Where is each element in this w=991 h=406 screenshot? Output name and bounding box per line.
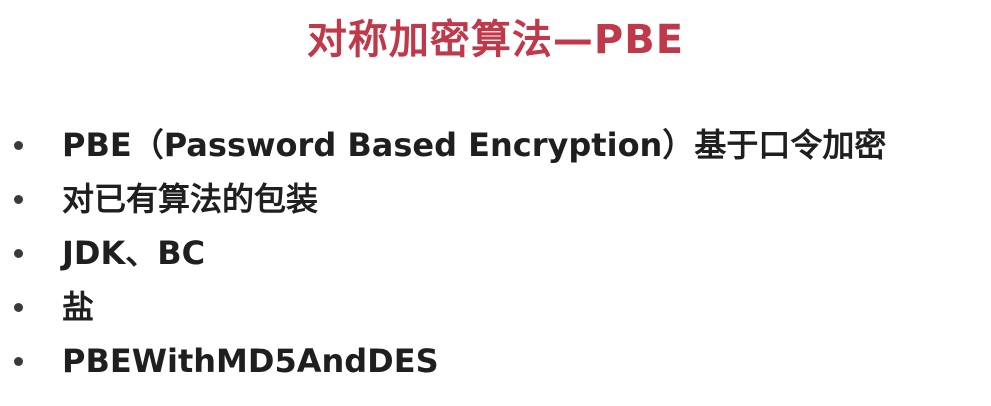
bullet-text: 盐 — [62, 288, 95, 326]
bullet-dot-icon — [14, 195, 23, 204]
bullet-list: PBE（Password Based Encryption）基于口令加密 对已有… — [0, 118, 991, 388]
bullet-dot-icon — [14, 141, 23, 150]
slide: 对称加密算法—PBE PBE（Password Based Encryption… — [0, 0, 991, 406]
bullet-text: JDK、BC — [62, 234, 206, 272]
bullet-item: JDK、BC — [0, 226, 991, 280]
bullet-item: PBE（Password Based Encryption）基于口令加密 — [0, 118, 991, 172]
bullet-dot-icon — [14, 249, 23, 258]
bullet-text: PBEWithMD5AndDES — [62, 342, 439, 380]
bullet-dot-icon — [14, 303, 23, 312]
bullet-item: PBEWithMD5AndDES — [0, 334, 991, 388]
bullet-item: 对已有算法的包装 — [0, 172, 991, 226]
bullet-text: 对已有算法的包装 — [62, 180, 319, 218]
slide-title: 对称加密算法—PBE — [306, 17, 685, 63]
bullet-text: PBE（Password Based Encryption）基于口令加密 — [62, 126, 887, 164]
bullet-dot-icon — [14, 357, 23, 366]
bullet-item: 盐 — [0, 280, 991, 334]
